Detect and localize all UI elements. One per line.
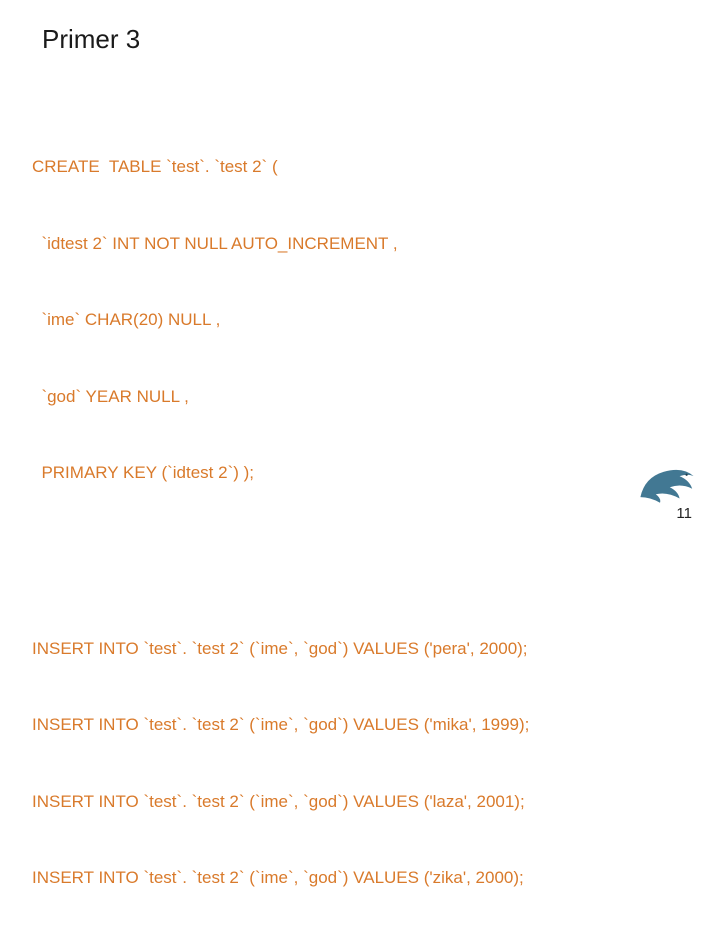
slide-title: Primer 3 [42, 24, 684, 55]
code-line: `idtest 2` INT NOT NULL AUTO_INCREMENT , [32, 231, 684, 257]
dolphin-logo-icon [632, 456, 702, 506]
page-number: 11 [676, 505, 692, 522]
code-line: `god` YEAR NULL , [32, 384, 684, 410]
spacer [36, 537, 684, 585]
code-line: INSERT INTO `test`. `test 2` (`ime`, `go… [32, 712, 684, 738]
code-line: INSERT INTO `test`. `test 2` (`ime`, `go… [32, 865, 684, 891]
code-line: INSERT INTO `test`. `test 2` (`ime`, `go… [32, 636, 684, 662]
slide: Primer 3 CREATE TABLE `test`. `test 2` (… [0, 0, 720, 540]
code-line: CREATE TABLE `test`. `test 2` ( [32, 154, 684, 180]
code-line: PRIMARY KEY (`idtest 2`) ); [32, 460, 684, 486]
sql-insert-block: INSERT INTO `test`. `test 2` (`ime`, `go… [32, 585, 684, 942]
code-line: `ime` CHAR(20) NULL , [32, 307, 684, 333]
code-line: INSERT INTO `test`. `test 2` (`ime`, `go… [32, 789, 684, 815]
sql-create-block: CREATE TABLE `test`. `test 2` ( `idtest … [32, 103, 684, 537]
